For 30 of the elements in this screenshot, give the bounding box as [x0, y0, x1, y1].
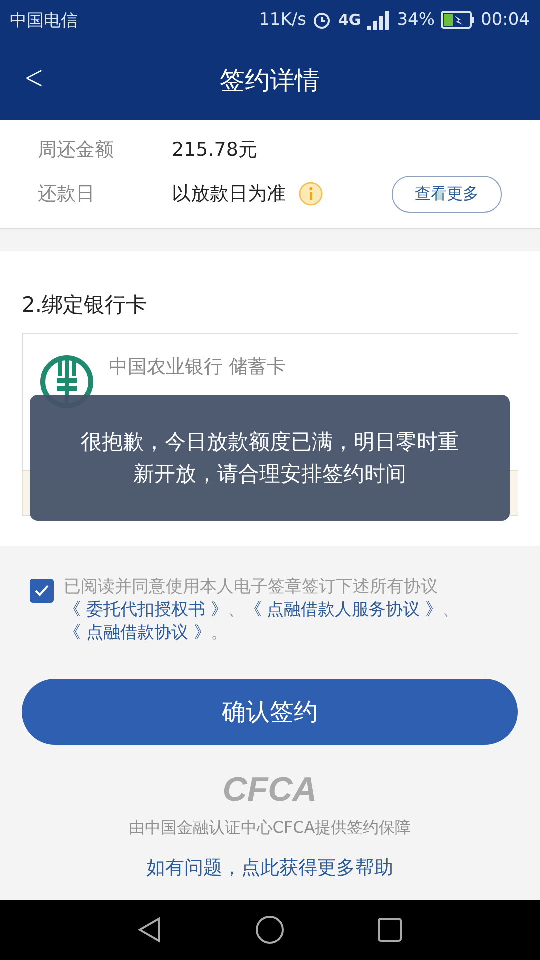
field-value: 以放款日为准: [172, 182, 286, 207]
home-icon[interactable]: [255, 915, 285, 945]
network-speed: 11K/s: [259, 10, 306, 30]
agreement-link[interactable]: 《 点融借款人服务协议 》: [244, 600, 443, 620]
section-title: 2.绑定银行卡: [22, 292, 148, 319]
clock: 00:04: [481, 10, 530, 30]
field-label: 还款日: [38, 182, 96, 207]
back-button[interactable]: <: [20, 58, 48, 98]
security-note: 由中国金融认证中心CFCA提供签约保障: [128, 818, 412, 839]
check-icon: [34, 583, 50, 599]
agreement-link[interactable]: 《 点融借款协议 》: [64, 623, 211, 643]
signal-icon: [367, 10, 392, 30]
bank-name: 中国农业银行 储蓄卡: [109, 355, 286, 380]
agreement-link[interactable]: 《 委托代扣授权书 》: [64, 600, 228, 620]
error-toast: 很抱歉，今日放款额度已满，明日零时重新开放，请合理安排签约时间: [30, 395, 510, 521]
battery-icon: [441, 11, 475, 29]
cfca-logo: CFCA: [222, 771, 318, 810]
agree-checkbox[interactable]: [30, 579, 54, 603]
network-type: 4G: [338, 11, 362, 29]
field-value: 215.78元: [172, 138, 258, 163]
help-link[interactable]: 如有问题，点此获得更多帮助: [146, 855, 394, 881]
carrier-name: 中国电信: [10, 10, 78, 32]
agreement-text: 已阅读并同意使用本人电子签章签订下述所有协议 《 委托代扣授权书 》、《 点融借款人服务协议 》、 《 点融借款协议 》。: [64, 576, 461, 645]
battery-percent: 34%: [397, 10, 435, 30]
view-more-button[interactable]: 查看更多: [392, 176, 502, 212]
page-title: 签约详情: [220, 64, 320, 96]
recent-apps-icon[interactable]: [375, 915, 405, 945]
confirm-button[interactable]: 确认签约: [22, 679, 518, 745]
alarm-icon: [312, 10, 332, 30]
field-label: 周还金额: [38, 138, 115, 163]
